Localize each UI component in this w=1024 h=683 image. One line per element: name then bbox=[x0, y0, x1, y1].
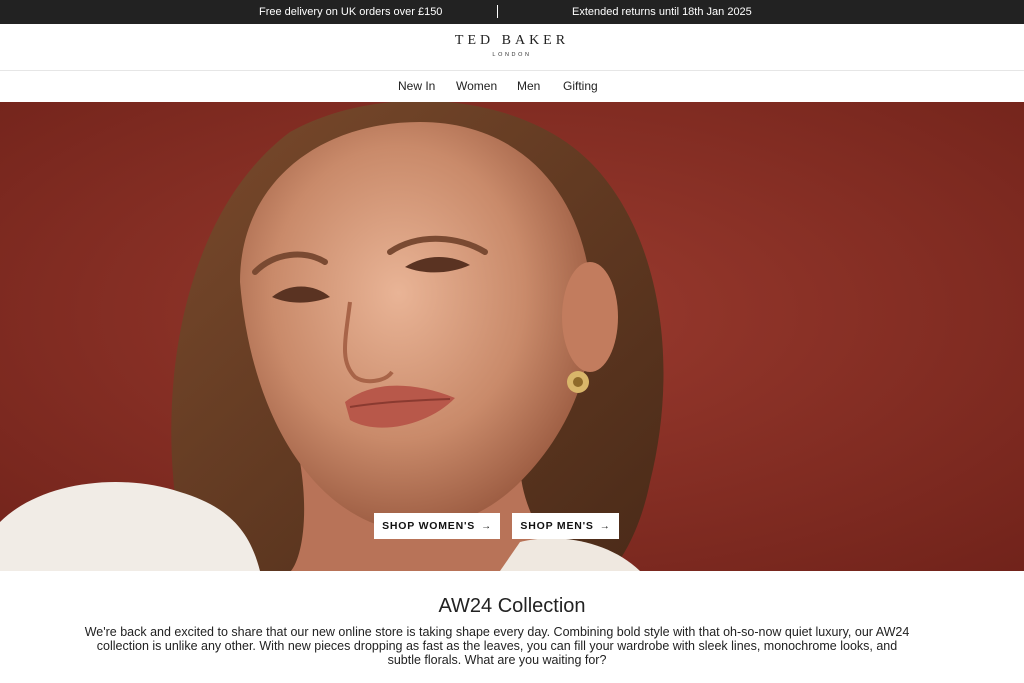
promo-divider bbox=[497, 5, 498, 18]
main-nav: New In Women Men Gifting bbox=[0, 71, 1024, 102]
nav-item-men[interactable]: Men bbox=[517, 79, 540, 93]
nav-item-women[interactable]: Women bbox=[456, 79, 497, 93]
nav-item-gifting[interactable]: Gifting bbox=[563, 79, 598, 93]
brand-logo[interactable]: TED BAKER LONDON bbox=[0, 33, 1024, 58]
collection-section: AW24 Collection We're back and excited t… bbox=[0, 571, 1024, 683]
site-header: TED BAKER LONDON bbox=[0, 24, 1024, 71]
collection-description: We're back and excited to share that our… bbox=[84, 625, 910, 667]
nav-item-new-in[interactable]: New In bbox=[398, 79, 435, 93]
brand-sub: LONDON bbox=[492, 52, 532, 58]
shop-mens-label: SHOP MEN'S bbox=[520, 520, 594, 532]
shop-womens-label: SHOP WOMEN'S bbox=[382, 520, 476, 532]
promo-bar: Free delivery on UK orders over £150 Ext… bbox=[0, 0, 1024, 24]
hero-banner: SHOP WOMEN'S → SHOP MEN'S → bbox=[0, 102, 1024, 571]
shop-womens-button[interactable]: SHOP WOMEN'S → bbox=[374, 513, 500, 539]
arrow-right-icon: → bbox=[481, 520, 492, 532]
hero-image bbox=[0, 102, 1024, 571]
brand-name: TED BAKER bbox=[454, 33, 570, 48]
arrow-right-icon: → bbox=[599, 520, 611, 532]
promo-delivery-text[interactable]: Free delivery on UK orders over £150 bbox=[259, 6, 442, 18]
shop-mens-button[interactable]: SHOP MEN'S → bbox=[512, 513, 619, 539]
collection-title: AW24 Collection bbox=[438, 595, 586, 617]
promo-returns-text[interactable]: Extended returns until 18th Jan 2025 bbox=[572, 6, 752, 18]
